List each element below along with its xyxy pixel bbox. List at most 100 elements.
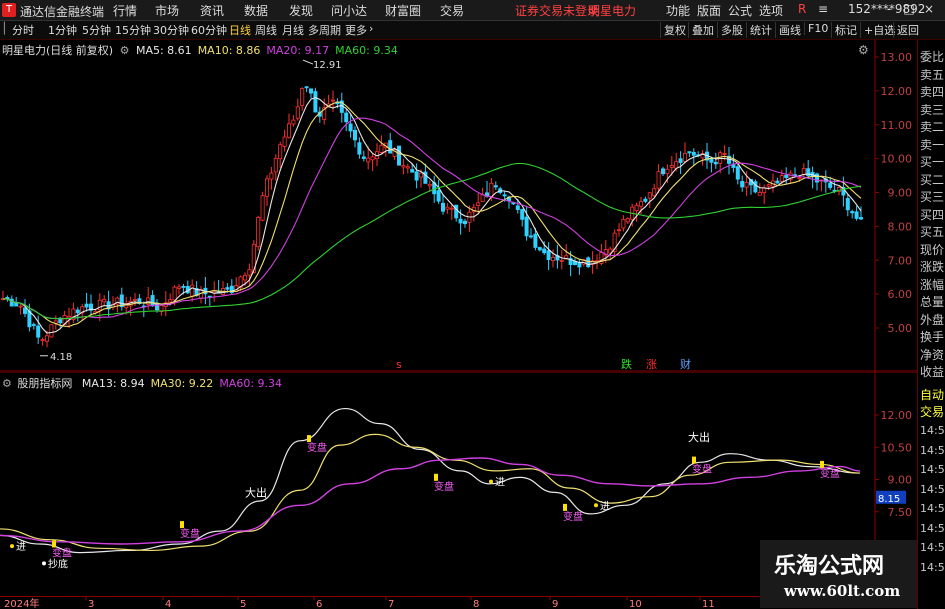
period-toolbar: ▏ 分时 1分钟 5分钟 15分钟 30分钟 60分钟 日线 周线 月线 多周期… [0,21,945,40]
menu-data[interactable]: 数据 [244,2,268,19]
candle-body [683,152,688,162]
candle-body [330,99,335,102]
btn-statistics[interactable]: 统计 [746,22,775,38]
candle-body [370,156,375,161]
candle-body [678,158,683,163]
pane-settings-icon[interactable]: ⚙ [858,43,869,57]
menu-ask[interactable]: 问小达 [331,2,367,19]
month-label: 11 [702,599,715,609]
event-marker: 跌 [621,357,632,371]
tab-30min[interactable]: 30分钟 [153,22,189,38]
btn-restore-rights[interactable]: 复权 [660,22,689,38]
candle-body [515,205,520,210]
tab-monthly[interactable]: 月线 [282,22,304,38]
tab-weekly[interactable]: 周线 [255,22,277,38]
tab-more[interactable]: 更多 [345,22,367,38]
candle-body [308,88,313,94]
tab-5min[interactable]: 5分钟 [82,22,111,38]
btn-f10[interactable]: F10 [804,22,831,35]
btn-multi-stock[interactable]: 多股 [717,22,746,38]
chevron-right-icon[interactable]: › [369,22,373,35]
quote-field-label: 卖一 [920,137,945,152]
signal-label: 变盘 [307,441,327,454]
candle-body [762,187,767,194]
menu-trade[interactable]: 交易 [440,2,464,19]
tab-multi-period[interactable]: 多周期 [308,22,341,38]
side-tab-0[interactable]: 自动 [920,386,944,403]
tab-daily[interactable]: 日线 [229,22,251,38]
candle-body [445,206,450,210]
quote-side-panel: 委比 卖五 卖四 卖三 卖二 卖一 买一 买二 买三 买四 买五 现价 涨跌 涨幅 总量 外盘 换手 净资 收益 自动… [917,40,945,609]
quote-field-label: 卖三 [920,102,945,117]
minimize-icon[interactable]: - [880,2,898,18]
btn-mark[interactable]: 标记 [831,22,860,38]
menu-wealth[interactable]: 财富圈 [385,2,421,19]
signal-marker [820,460,824,468]
watermark: 乐淘公式网 www.60lt.com [760,540,917,608]
signal-marker [180,521,184,529]
low-price-label: 4.18 [50,352,72,363]
quote-field-label: 净资 [920,347,945,362]
tab-60min[interactable]: 60分钟 [191,22,227,38]
signal-label: 变盘 [820,467,840,480]
candle-body [757,192,762,196]
candle-body [172,286,177,301]
trade-login-notice[interactable]: 证券交易未登录 [515,2,599,19]
tick-time: 14:56 [920,443,945,457]
candle-body [313,91,318,113]
menu-news[interactable]: 资讯 [200,2,224,19]
btn-back[interactable]: 返回 [893,22,922,38]
candle-body [436,190,441,202]
candle-body [150,295,155,307]
candle-body [735,166,740,180]
maximize-icon[interactable]: □ [900,2,918,18]
chart-title: 明星电力(日线 前复权) [2,44,114,57]
menu-discover[interactable]: 发现 [289,2,313,19]
candle-body [278,144,283,160]
menu-market[interactable]: 市场 [155,2,179,19]
indicator-title: 股朋指标网 [17,377,73,390]
candle-body [691,151,696,156]
kline-chart[interactable]: 13.00 12.00 11.00 10.00 9.00 8.00 7.00 6.00 5.00… [0,40,917,372]
settings-icon[interactable]: ⚙ [120,44,130,57]
side-tab-1[interactable]: 交易 [920,403,944,420]
candle-body [634,204,639,211]
menu-function[interactable]: 功能 [666,2,690,19]
r-badge[interactable]: R [798,2,806,16]
indicator-tick-label: 9.00 [888,474,913,487]
menu-icon[interactable]: ≡ [818,2,828,16]
btn-overlay[interactable]: 叠加 [688,22,717,38]
settings-icon[interactable]: ⚙ [2,377,12,390]
menu-layout[interactable]: 版面 [697,2,721,19]
menu-options[interactable]: 选项 [759,2,783,19]
tab-1min[interactable]: 1分钟 [48,22,77,38]
big-out-label: 大出 [688,430,710,444]
candle-body [621,218,626,229]
candle-body [520,209,525,220]
candle-body [242,274,247,281]
event-marker: 涨 [646,358,657,371]
signal-marker [692,456,696,464]
buy-label: 进 [16,541,26,553]
candle-body [304,86,309,89]
candle-body [665,168,670,175]
candle-body [687,151,692,154]
btn-draw-line[interactable]: 画线 [775,22,804,38]
candle-body [524,216,529,237]
indicator-legend: ⚙ 股朋指标网 MA13: 8.94 MA30: 9.22 MA60: 9.34 [2,375,282,391]
candle-body [440,202,445,212]
tab-timeshare[interactable]: 分时 [12,22,34,38]
tick-time: 14:56 [920,541,945,554]
candle-body [617,229,622,232]
tab-15min[interactable]: 15分钟 [115,22,151,38]
close-icon[interactable]: × [920,2,938,18]
signal-label: 变盘 [52,546,72,559]
price-tick-label: 5.00 [888,322,913,335]
menu-formula[interactable]: 公式 [728,2,752,19]
candle-body [643,198,648,202]
tick-time: 14:56 [920,560,945,574]
candle-body [181,286,186,288]
menu-quotes[interactable]: 行情 [113,2,137,19]
quote-field-label: 买四 [920,207,945,222]
candle-body [379,144,384,153]
